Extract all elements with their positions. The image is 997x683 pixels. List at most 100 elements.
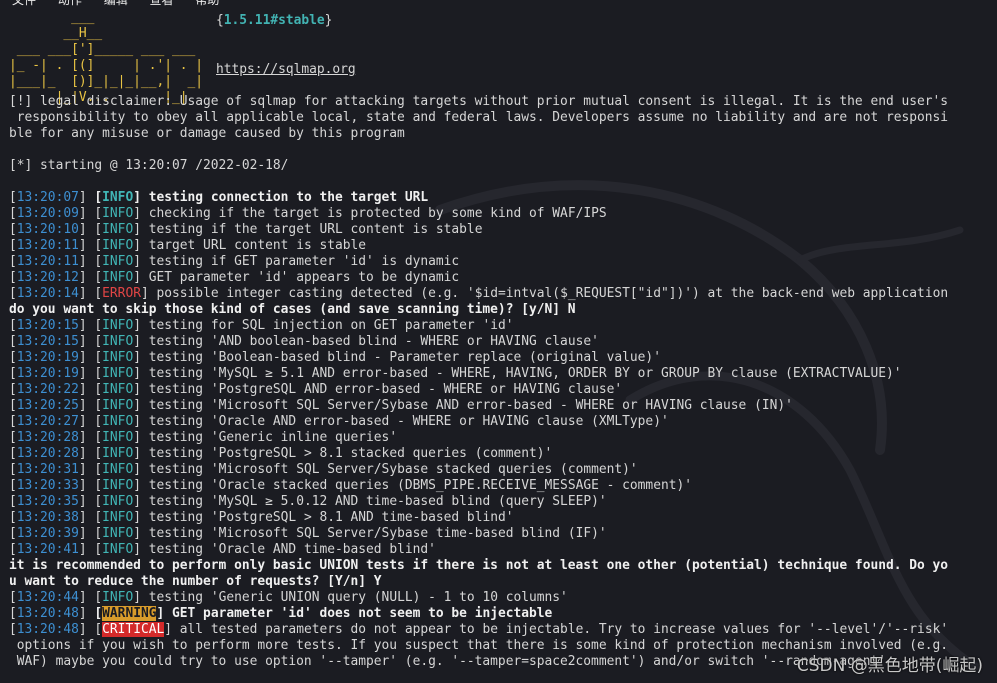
bracket: ] — [156, 606, 173, 621]
bracket: ] — [78, 462, 95, 477]
bracket: ] — [133, 222, 149, 237]
bracket: ] — [78, 494, 95, 509]
log-level-badge: INFO — [102, 190, 134, 205]
bracket: ] — [133, 590, 149, 605]
log-message: testing 'Oracle AND error-based - WHERE … — [148, 414, 669, 429]
bracket: ] — [78, 254, 95, 269]
timestamp: 13:20:09 — [16, 206, 79, 221]
terminal-line: [13:20:41] [INFO] testing 'Oracle AND ti… — [9, 542, 984, 558]
timestamp: 13:20:07 — [16, 190, 79, 205]
bracket: ] — [78, 382, 95, 397]
log-level-badge: INFO — [102, 542, 134, 557]
terminal-line: [13:20:12] [INFO] GET parameter 'id' app… — [9, 270, 984, 286]
terminal-line: [13:20:38] [INFO] testing 'PostgreSQL > … — [9, 510, 984, 526]
terminal-line: [13:20:33] [INFO] testing 'Oracle stacke… — [9, 478, 984, 494]
bracket: [ — [9, 494, 17, 509]
timestamp: 13:20:28 — [16, 446, 79, 461]
log-level-badge: INFO — [102, 462, 134, 477]
bracket: [ — [94, 222, 103, 237]
log-level-badge: INFO — [102, 430, 134, 445]
bracket: [ — [94, 190, 103, 205]
bracket: ] — [133, 254, 149, 269]
timestamp: 13:20:11 — [16, 238, 79, 253]
log-message: testing 'Microsoft SQL Server/Sybase tim… — [148, 526, 607, 541]
timestamp: 13:20:35 — [16, 494, 79, 509]
bracket: [ — [9, 286, 17, 301]
log-level-badge: INFO — [102, 254, 134, 269]
log-message: testing 'PostgreSQL AND error-based - WH… — [148, 382, 623, 397]
terminal-line: [*] starting @ 13:20:07 /2022-02-18/ — [9, 158, 984, 174]
menu-action[interactable]: 动作 — [58, 0, 82, 7]
terminal-line: responsibility to obey all applicable lo… — [9, 110, 984, 126]
log-message: testing 'MySQL ≥ 5.0.12 AND time-based b… — [148, 494, 607, 509]
bracket: ] — [78, 318, 95, 333]
bracket: [ — [94, 254, 103, 269]
timestamp: 13:20:33 — [16, 478, 79, 493]
bracket: ] — [133, 542, 149, 557]
bracket: ] — [78, 510, 95, 525]
terminal-line: [13:20:22] [INFO] testing 'PostgreSQL AN… — [9, 382, 984, 398]
bracket: ] — [78, 286, 95, 301]
terminal-line: [13:20:15] [INFO] testing 'AND boolean-b… — [9, 334, 984, 350]
timestamp: 13:20:25 — [16, 398, 79, 413]
bracket: ] — [133, 334, 149, 349]
bracket: ] — [78, 206, 95, 221]
terminal-line: [13:20:14] [ERROR] possible integer cast… — [9, 286, 984, 302]
bracket: [ — [9, 254, 17, 269]
bracket: ] — [133, 510, 149, 525]
bracket: ] — [133, 270, 149, 285]
terminal-line: [13:20:09] [INFO] checking if the target… — [9, 206, 984, 222]
bracket: ] — [133, 350, 149, 365]
bracket: ] — [78, 590, 95, 605]
timestamp: 13:20:22 — [16, 382, 79, 397]
prompt-text: do you want to skip those kind of cases … — [9, 302, 576, 317]
bracket: [ — [94, 526, 103, 541]
timestamp: 13:20:12 — [16, 270, 79, 285]
bracket: [ — [9, 366, 17, 381]
terminal-line: [13:20:35] [INFO] testing 'MySQL ≥ 5.0.1… — [9, 494, 984, 510]
bracket: ] — [133, 238, 149, 253]
timestamp: 13:20:14 — [16, 286, 79, 301]
log-level-badge: INFO — [102, 398, 134, 413]
bracket: ] — [164, 622, 180, 637]
bracket: ] — [133, 430, 149, 445]
bracket: ] — [78, 238, 95, 253]
log-level-badge: INFO — [102, 334, 134, 349]
bracket: [ — [94, 430, 103, 445]
csdn-watermark: CSDN @黑色地带(崛起) — [796, 656, 983, 676]
bracket: ] — [78, 190, 95, 205]
bracket: [ — [9, 382, 17, 397]
bracket: ] — [133, 366, 149, 381]
bracket: [ — [9, 414, 17, 429]
bracket: ] — [78, 606, 95, 621]
terminal-line: [13:20:48] [WARNING] GET parameter 'id' … — [9, 606, 984, 622]
menu-bar: 文件 动作 编辑 查看 帮助 — [0, 0, 997, 7]
sqlmap-logo: ___ __H__ ___ ___[']_____ ___ ___ |_ -| … — [9, 10, 204, 105]
bracket: ] — [78, 622, 95, 637]
bracket: [ — [9, 446, 17, 461]
menu-view[interactable]: 查看 — [150, 0, 174, 7]
log-level-badge: CRITICAL — [102, 622, 165, 637]
timestamp: 13:20:39 — [16, 526, 79, 541]
menu-help[interactable]: 帮助 — [195, 0, 219, 7]
bracket: ] — [133, 382, 149, 397]
bracket: [ — [94, 542, 103, 557]
menu-edit[interactable]: 编辑 — [104, 0, 128, 7]
bracket: [ — [9, 270, 17, 285]
bracket: [ — [94, 398, 103, 413]
log-level-badge: INFO — [102, 494, 134, 509]
terminal-line: [13:20:11] [INFO] testing if GET paramet… — [9, 254, 984, 270]
log-level-badge: INFO — [102, 238, 134, 253]
terminal-line: [13:20:28] [INFO] testing 'PostgreSQL > … — [9, 446, 984, 462]
bracket: ] — [78, 446, 95, 461]
prompt-text: it is recommended to perform only basic … — [9, 558, 949, 573]
menu-file[interactable]: 文件 — [12, 0, 36, 7]
bracket: ] — [78, 270, 95, 285]
bracket: [ — [94, 286, 103, 301]
bracket: [ — [94, 414, 103, 429]
log-message: testing 'Microsoft SQL Server/Sybase sta… — [148, 462, 638, 477]
terminal-line: [13:20:19] [INFO] testing 'Boolean-based… — [9, 350, 984, 366]
timestamp: 13:20:15 — [16, 334, 79, 349]
sqlmap-url-link[interactable]: https://sqlmap.org — [216, 62, 356, 77]
log-message: testing 'Generic inline queries' — [148, 430, 398, 445]
